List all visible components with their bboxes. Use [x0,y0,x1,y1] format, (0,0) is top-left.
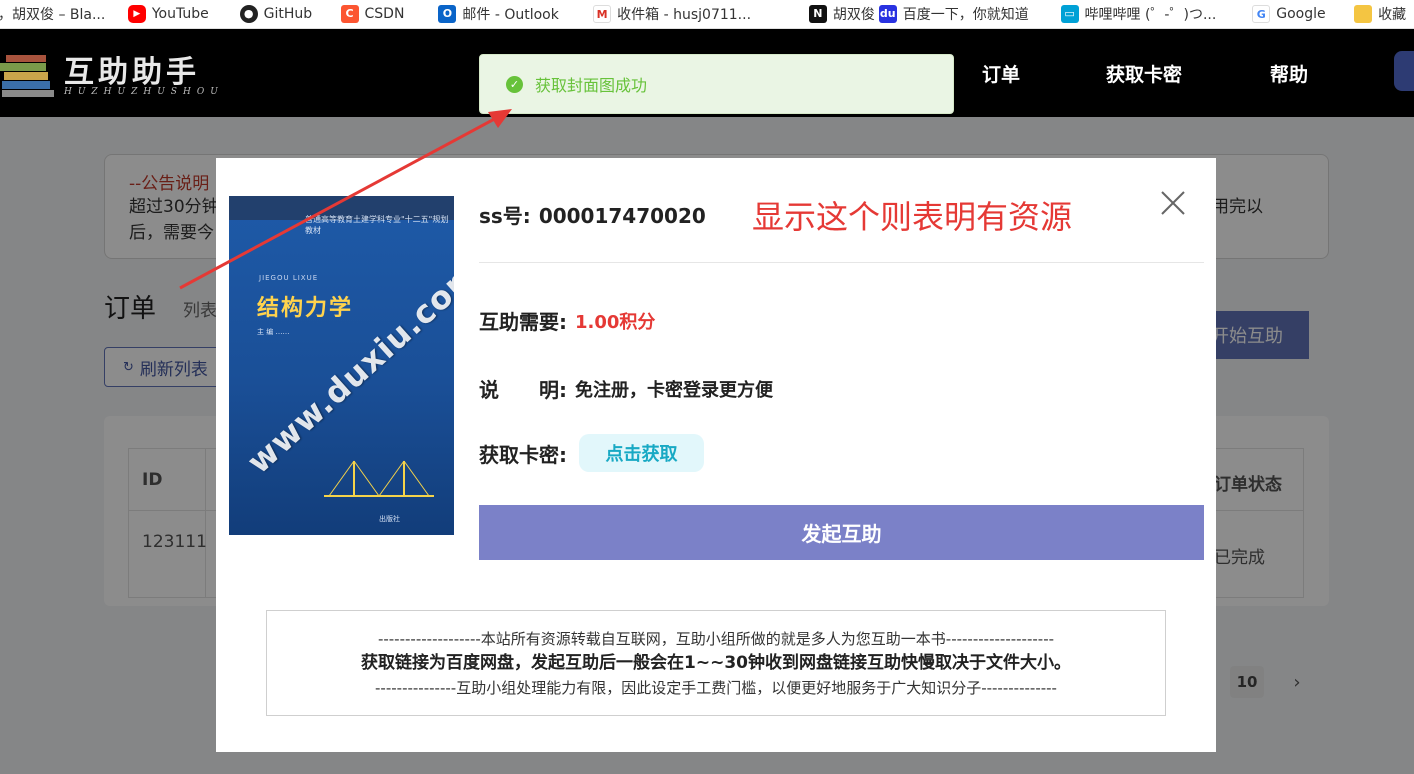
folder-icon [1354,5,1373,23]
bookmark-gmail[interactable]: M 收件箱 - husj0711... [593,0,809,28]
book-cover-image: 普通高等教育土建学科专业"十二五"规划教材 JIEGOU LIXUE 结构力学 … [229,196,454,535]
info-line-2: 获取链接为百度网盘，发起互助后一般会在1~~30钟收到网盘链接互助快慢取决于文件… [361,653,1071,673]
bookmark-label: 收件箱 - husj0711... [617,7,752,23]
ss-value: 000017470020 [538,204,706,228]
cost-value: 1.00积分 [575,311,656,333]
info-line-1: -------------------本站所有资源转载自互联网，互助小组所做的就… [377,630,1055,648]
baidu-icon: du [878,5,897,23]
bilibili-icon: ▭ [1060,5,1079,23]
bookmark-youtube[interactable]: ▶ YouTube [127,0,240,28]
github-icon: ● [239,5,258,23]
books-icon [0,55,54,97]
cover-publisher: 出版社 [379,515,400,523]
ss-number: ss号: 000017470020 [479,200,706,229]
cover-title: 结构力学 [257,296,354,321]
gmail-icon: M [593,5,612,23]
bookmark-folder[interactable]: 收藏 [1354,0,1414,28]
bookmarks-bar: ，胡双俊 – Bla... ▶ YouTube ● GitHub C CSDN … [0,0,1414,29]
bridge-illustration [324,460,434,497]
csdn-icon: C [340,5,359,23]
outlook-icon: O [438,5,457,23]
info-line-3: ---------------互助小组处理能力有限，因此设定手工费门槛，以便更好… [375,679,1057,697]
logo-title: 互助助手 [64,55,200,90]
cost-row: 互助需要: 1.00积分 [479,306,655,335]
description-row: 说 明: 免注册，卡密登录更方便 [479,374,773,403]
bookmark-csdn[interactable]: C CSDN [340,0,439,28]
google-icon: G [1252,5,1271,23]
description-label: 说 明: [479,378,567,402]
bookmark-label: 胡双俊 [832,7,875,23]
bookmark-label: ，胡双俊 – Bla... [0,7,106,23]
bookmark-label: 收藏 [1378,7,1407,23]
logo-subtitle: HUZHUZHUSHOU [64,87,224,97]
toast-text: 获取封面图成功 [535,76,648,95]
bookmark-label: Google [1276,6,1326,22]
bookmark-blog[interactable]: ，胡双俊 – Bla... [0,0,128,28]
success-toast: ✓ 获取封面图成功 [479,54,954,114]
cover-pinyin: JIEGOU LIXUE [259,274,319,282]
close-icon[interactable] [1156,186,1190,220]
book-detail-modal: 普通高等教育土建学科专业"十二五"规划教材 JIEGOU LIXUE 结构力学 … [216,158,1216,752]
nav-help[interactable]: 帮助 [1270,29,1308,117]
modal-divider [479,262,1204,263]
nav-orders[interactable]: 订单 [982,29,1020,117]
notion-icon: N [808,5,827,23]
bookmark-notion[interactable]: N 胡双俊 [808,0,879,28]
nav-user-button[interactable] [1394,51,1414,91]
bookmark-label: 哔哩哔哩 (゜-゜)つ... [1084,7,1217,23]
check-circle-icon: ✓ [506,75,523,93]
submit-help-button[interactable]: 发起互助 [479,505,1204,560]
bookmark-google[interactable]: G Google [1252,0,1354,28]
get-key-label: 获取卡密: [479,442,567,467]
bookmark-label: 邮件 - Outlook [462,7,559,23]
site-logo[interactable]: 互助助手 HUZHUZHUSHOU [0,45,240,105]
bookmark-outlook[interactable]: O 邮件 - Outlook [438,0,593,28]
description-value: 免注册，卡密登录更方便 [575,379,773,401]
cover-series: 普通高等教育土建学科专业"十二五"规划教材 [305,215,449,235]
bookmark-github[interactable]: ● GitHub [239,0,341,28]
bookmark-label: YouTube [151,6,209,22]
cost-label: 互助需要: [479,310,567,334]
bookmark-baidu[interactable]: du 百度一下，你就知道 [878,0,1061,28]
get-key-row: 获取卡密: 点击获取 [479,434,704,472]
info-box: -------------------本站所有资源转载自互联网，互助小组所做的就… [266,610,1166,716]
cover-authors: 主 编 …… [257,328,290,336]
get-key-button[interactable]: 点击获取 [579,434,704,472]
bookmark-label: CSDN [364,6,405,22]
bookmark-bilibili[interactable]: ▭ 哔哩哔哩 (゜-゜)つ... [1060,0,1253,28]
resource-hint: 显示这个则表明有资源 [752,198,1073,236]
ss-label: ss号: [479,204,531,228]
nav-get-key[interactable]: 获取卡密 [1106,29,1182,117]
bookmark-label: 百度一下，你就知道 [902,7,1029,23]
youtube-icon: ▶ [127,5,146,23]
bookmark-label: GitHub [263,6,313,22]
